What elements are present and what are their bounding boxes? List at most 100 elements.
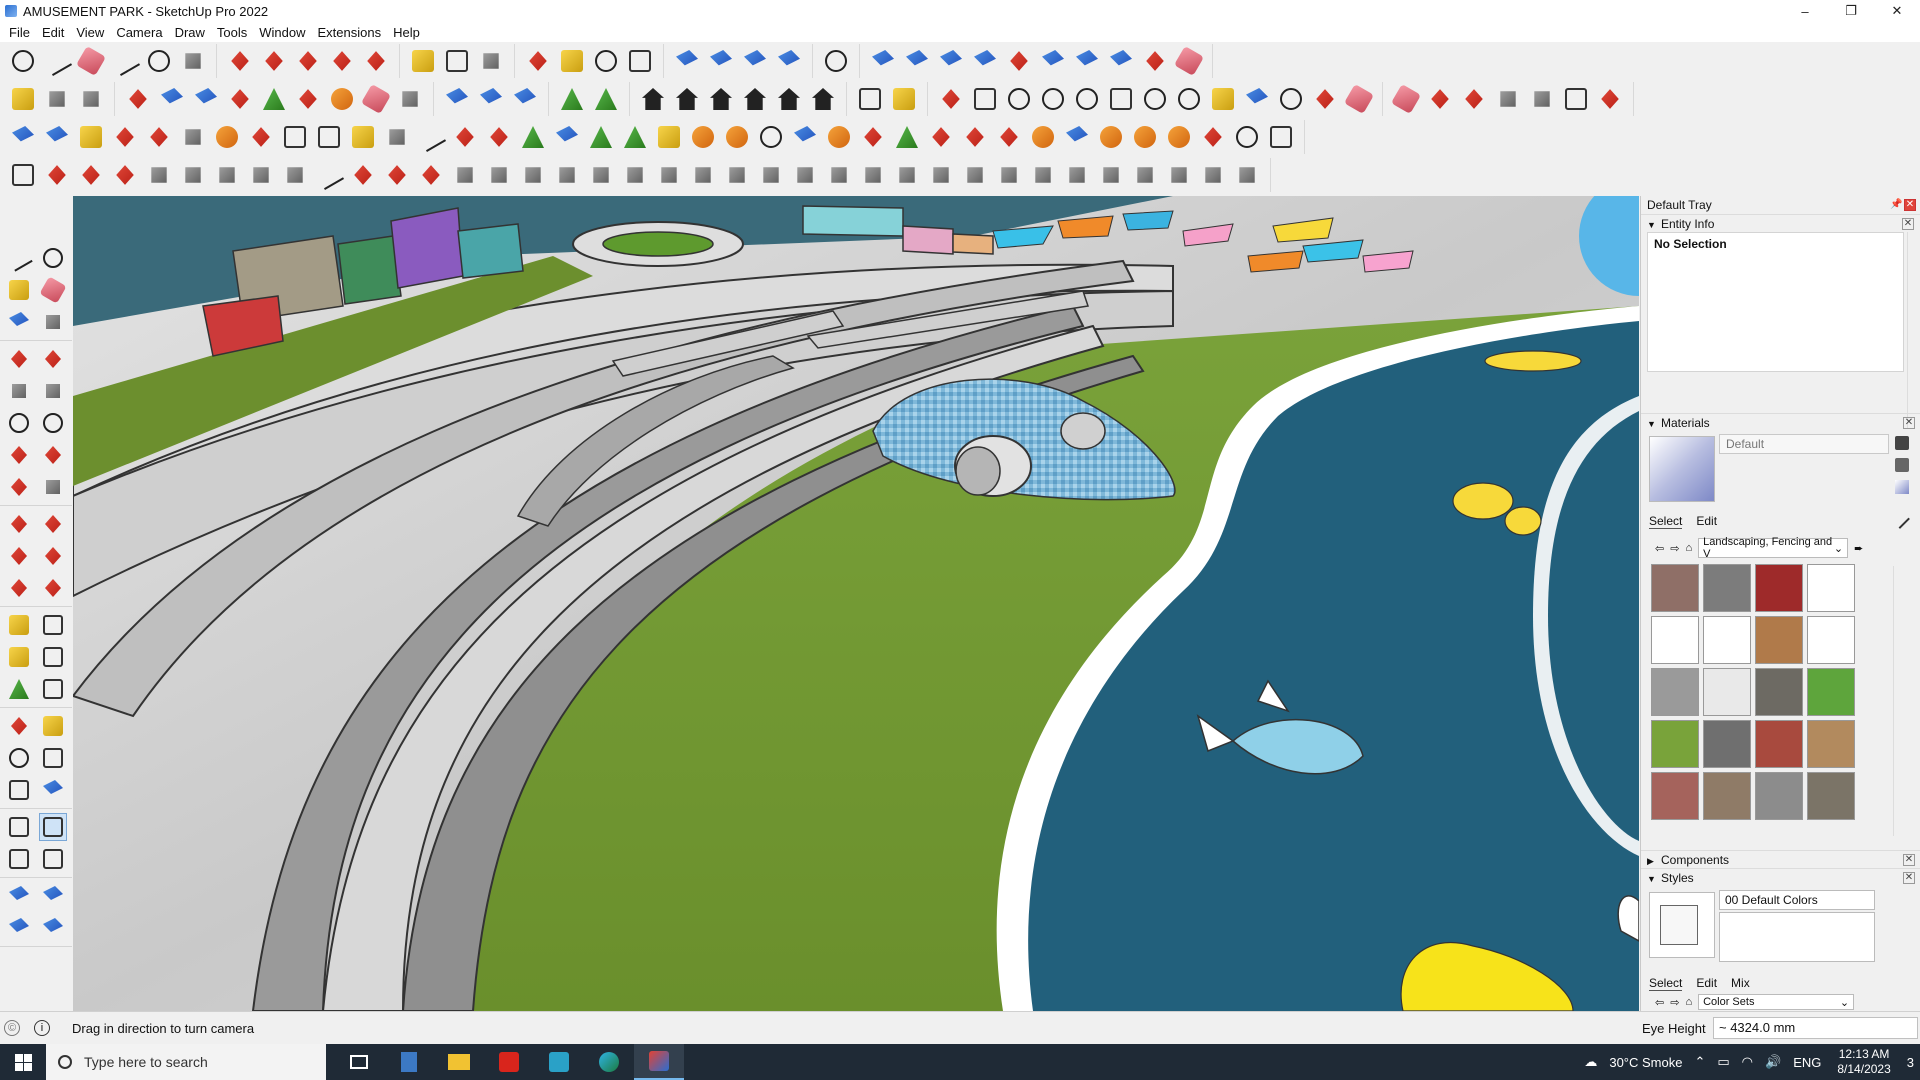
section-tool-1[interactable]	[443, 85, 471, 113]
section-plane-tool[interactable]	[869, 47, 897, 75]
left-orbit-tool[interactable]	[5, 712, 33, 740]
left-zoomextents-tool[interactable]	[5, 776, 33, 804]
back-arrow-icon[interactable]: ⇦	[1655, 542, 1664, 555]
left-warehouse-tool[interactable]	[5, 882, 33, 910]
zoom-extents-tool[interactable]	[9, 47, 37, 75]
left-freehand-tool[interactable]	[39, 345, 67, 373]
material-swatch[interactable]	[1703, 564, 1751, 612]
styles-tab-select[interactable]: Select	[1649, 976, 1683, 991]
extra-tool-1[interactable]	[1390, 83, 1422, 115]
menu-extensions[interactable]: Extensions	[312, 25, 388, 40]
tool-r3-21[interactable]	[689, 123, 717, 151]
tool-r3-1[interactable]	[9, 123, 37, 151]
tool-r4-29[interactable]	[961, 161, 989, 189]
left-dimension-tool[interactable]	[39, 611, 67, 639]
tool-knife[interactable]	[1311, 85, 1339, 113]
weather-text[interactable]: 30°C Smoke	[1609, 1055, 1682, 1070]
curviloft-tool[interactable]	[396, 85, 424, 113]
close-button[interactable]: ✕	[1874, 0, 1920, 22]
tool-r3-28[interactable]	[927, 123, 955, 151]
tool-r4-27[interactable]	[893, 161, 921, 189]
menu-window[interactable]: Window	[253, 25, 311, 40]
entity-info-header[interactable]: ▼ Entity Info ✕	[1641, 214, 1920, 232]
style-collection-select[interactable]: Color Sets ⌄	[1698, 994, 1855, 1010]
edge-app[interactable]	[584, 1044, 634, 1080]
shape-arc[interactable]	[1141, 85, 1169, 113]
purge-button[interactable]	[1173, 45, 1205, 77]
swatch-scrollbar[interactable]	[1893, 566, 1905, 836]
menu-help[interactable]: Help	[387, 25, 426, 40]
default-material-icon[interactable]	[1895, 480, 1909, 494]
network-icon[interactable]: ▭	[1717, 1054, 1729, 1070]
material-swatch[interactable]	[1807, 616, 1855, 664]
tool-eraser-pink[interactable]	[1343, 83, 1375, 115]
tool-r3-6[interactable]	[179, 123, 207, 151]
left-rect-tool[interactable]	[5, 377, 33, 405]
rectangle-tool[interactable]	[179, 47, 207, 75]
menu-draw[interactable]: Draw	[169, 25, 211, 40]
material-swatch[interactable]	[1755, 668, 1803, 716]
notification-badge[interactable]: 3	[1907, 1055, 1914, 1070]
tool-r3-33[interactable]	[1097, 123, 1125, 151]
tray-pin-icon[interactable]: 📌	[1890, 199, 1902, 211]
sketchup-app[interactable]	[634, 1044, 684, 1080]
tray-close-icon[interactable]: ✕	[1904, 199, 1916, 211]
sandbox-from-contours[interactable]	[124, 85, 152, 113]
material-swatch[interactable]	[1703, 616, 1751, 664]
tool-r4-10[interactable]	[313, 159, 345, 191]
shape-cloud[interactable]	[1243, 85, 1271, 113]
styles-home-icon[interactable]: ⌂	[1685, 996, 1692, 1008]
info-icon[interactable]: i	[34, 1020, 50, 1036]
left-pushpull-tool[interactable]	[39, 510, 67, 538]
tool-r4-3[interactable]	[77, 161, 105, 189]
tool-r3-14[interactable]	[451, 123, 479, 151]
material-swatch[interactable]	[1651, 616, 1699, 664]
shape-torus[interactable]	[1277, 85, 1305, 113]
tool-r3-2[interactable]	[43, 123, 71, 151]
material-swatch[interactable]	[1755, 772, 1803, 820]
tool-r3-16[interactable]	[519, 123, 547, 151]
shape-circle[interactable]	[1005, 85, 1033, 113]
materials-tab-edit[interactable]: Edit	[1696, 514, 1717, 529]
tool-r3-27[interactable]	[893, 123, 921, 151]
tool-r4-23[interactable]	[757, 161, 785, 189]
materials-header[interactable]: ▼ Materials ✕	[1641, 413, 1920, 431]
tool-r4-15[interactable]	[485, 161, 513, 189]
left-tag-tool[interactable]	[5, 308, 33, 336]
shape-parallelogram[interactable]	[1107, 85, 1135, 113]
section-fill-toggle[interactable]	[903, 47, 931, 75]
tool-r4-8[interactable]	[247, 161, 275, 189]
maximize-button[interactable]: ❐	[1828, 0, 1874, 22]
tool-r3-8[interactable]	[247, 123, 275, 151]
show-hidden-icons[interactable]: ⌃	[1694, 1054, 1705, 1070]
tool-r4-17[interactable]	[553, 161, 581, 189]
left-lookaround-tool[interactable]	[39, 813, 67, 841]
tool-r4-24[interactable]	[791, 161, 819, 189]
extra-tool-5[interactable]	[1528, 85, 1556, 113]
left-walk-tool[interactable]	[5, 845, 33, 873]
style-description-field[interactable]	[1719, 912, 1875, 962]
tool-r3-25[interactable]	[825, 123, 853, 151]
tool-r3-36[interactable]	[1199, 123, 1227, 151]
tool-r4-14[interactable]	[451, 161, 479, 189]
function-tool[interactable]	[856, 85, 884, 113]
styles-tab-mix[interactable]: Mix	[1731, 976, 1750, 991]
taskbar-search-box[interactable]: Type here to search	[46, 1044, 326, 1080]
eraser-tool[interactable]	[75, 45, 107, 77]
left-text-tool[interactable]	[39, 643, 67, 671]
material-swatch[interactable]	[1703, 720, 1751, 768]
tool-r3-26[interactable]	[859, 123, 887, 151]
left-pencil-tool[interactable]	[39, 308, 67, 336]
flip-tool[interactable]	[971, 47, 999, 75]
material-swatch[interactable]	[1651, 720, 1699, 768]
tool-r4-36[interactable]	[1199, 161, 1227, 189]
add-detail-tool[interactable]	[294, 85, 322, 113]
components-header[interactable]: ▶ Components ✕	[1641, 850, 1920, 868]
material-swatch[interactable]	[1703, 668, 1751, 716]
move-tool[interactable]	[294, 47, 322, 75]
details-arrow-icon[interactable]: ➨	[1854, 542, 1863, 555]
measurement-box[interactable]: ~ 4324.0 mm	[1713, 1017, 1918, 1039]
left-zoomwindow-tool[interactable]	[39, 744, 67, 772]
tool-r3-18[interactable]	[587, 123, 615, 151]
tool-r4-26[interactable]	[859, 161, 887, 189]
